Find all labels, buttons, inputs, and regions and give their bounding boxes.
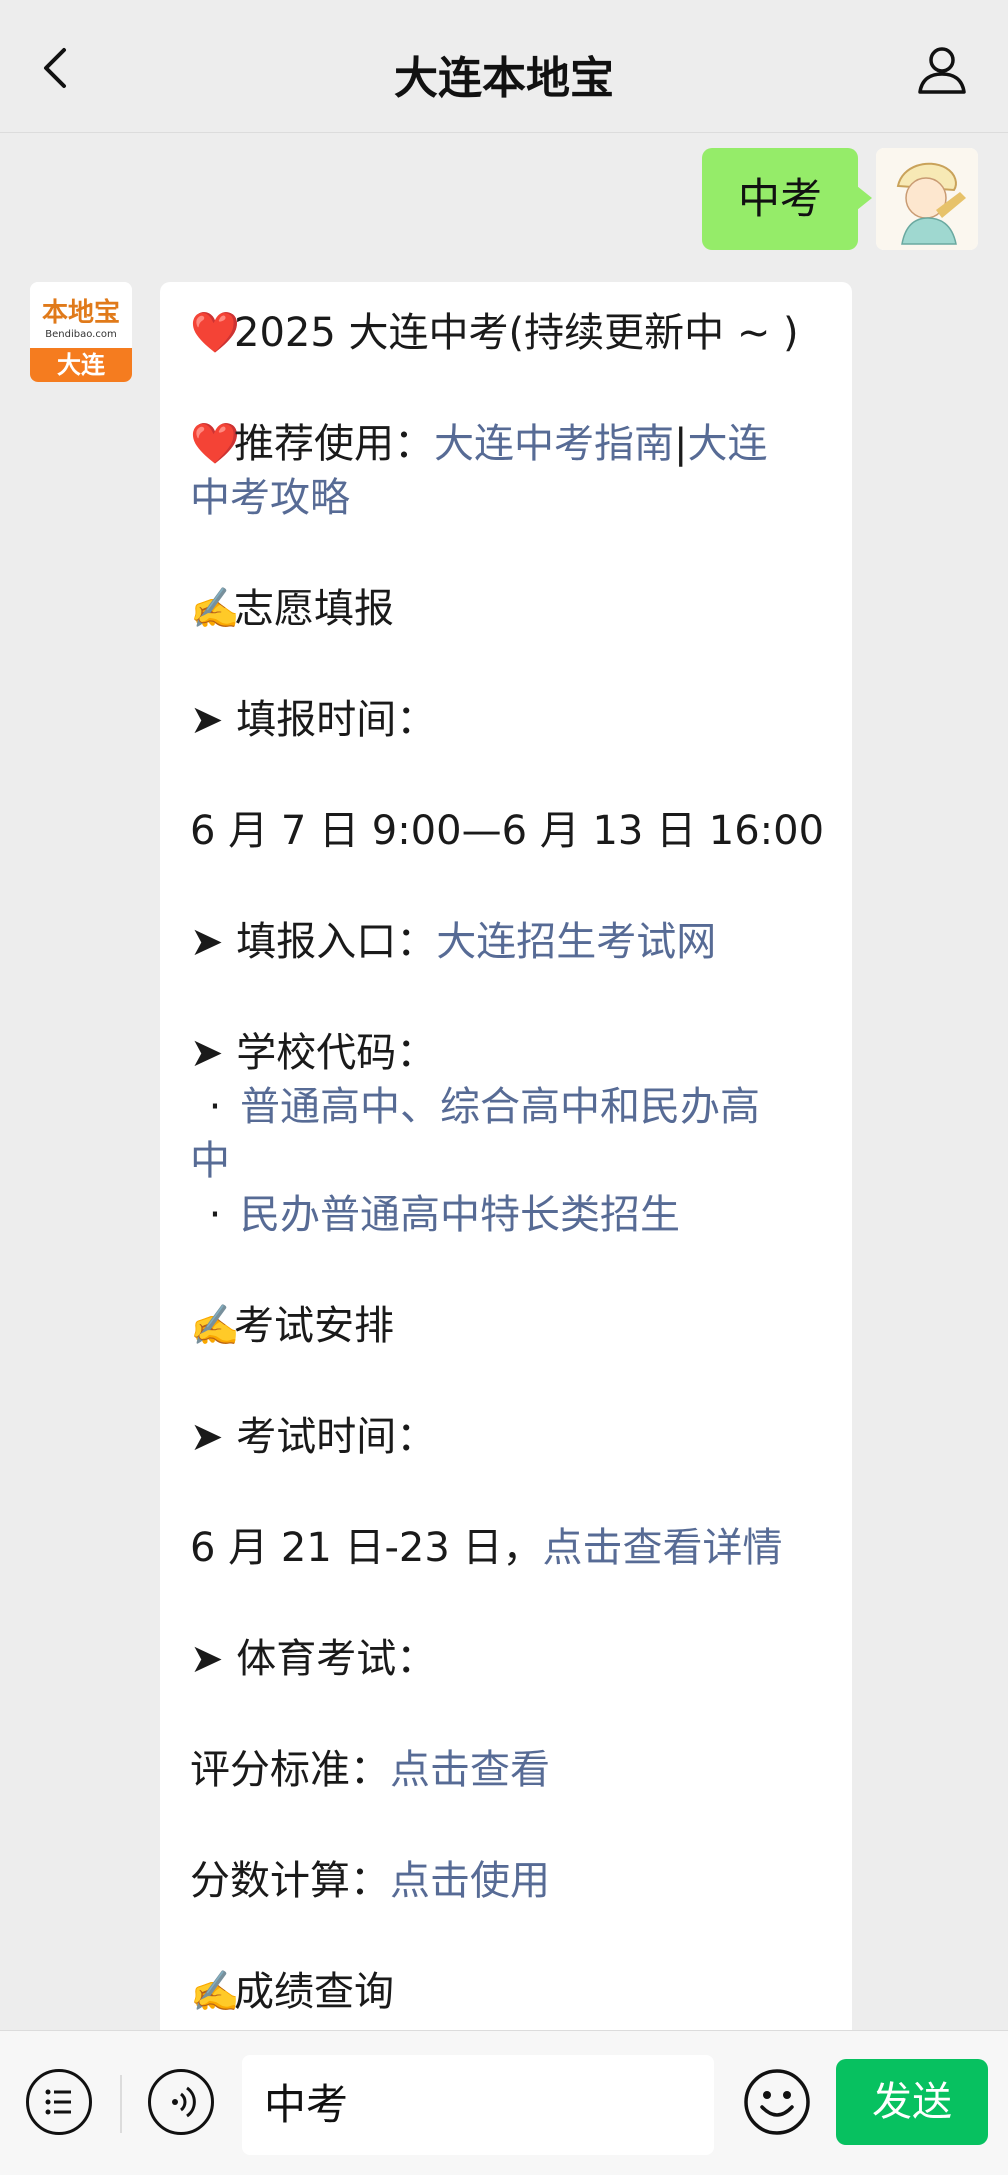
profile-icon[interactable] — [914, 42, 970, 98]
link-score-calc[interactable]: 点击使用 — [390, 1858, 550, 1904]
menu-button[interactable] — [26, 2069, 92, 2135]
logo-sub: Bendibao.com — [45, 329, 117, 340]
score-standard-line: 评分标准：点击查看 — [190, 1747, 550, 1793]
user-message-bubble: 中考 — [702, 148, 873, 250]
page-title: 大连本地宝 — [394, 53, 614, 104]
user-avatar-image — [876, 148, 978, 250]
bendibao-logo: 本地宝 Bendibao.com — [30, 282, 132, 348]
writing-hand-icon: ✍️ — [190, 1303, 240, 1349]
school-code-item-2: · 民办普通高中特长类招生 — [208, 1192, 680, 1238]
link-exam-details[interactable]: 点击查看详情 — [543, 1525, 783, 1571]
score-calc-line: 分数计算：点击使用 — [190, 1858, 550, 1904]
message-heading: ❤️2025 大连中考(持续更新中 ~ ) — [190, 306, 830, 360]
input-bar: 中考 发送 — [0, 2030, 1008, 2175]
link-dalian-zhongkao-guide[interactable]: 大连中考指南 — [434, 421, 674, 467]
section-volunteer: ✍️志愿填报 — [190, 582, 830, 636]
send-button[interactable]: 发送 — [836, 2059, 988, 2145]
logo-text: 本地宝 — [41, 298, 120, 328]
link-exam-site[interactable]: 大连招生考试网 — [436, 919, 716, 965]
writing-hand-icon: ✍️ — [190, 1969, 240, 2015]
fill-time-value: 6 月 7 日 9:00—6 月 13 日 16:00 — [190, 808, 825, 854]
link-school-code-special[interactable]: 民办普通高中特长类招生 — [240, 1192, 680, 1238]
pe-exam-label: ➤ 体育考试： — [190, 1636, 437, 1682]
voice-icon — [172, 2086, 196, 2118]
logo-city: 大连 — [30, 348, 132, 382]
heart-icon: ❤️ — [190, 310, 240, 356]
school-code-label: ➤ 学校代码： — [190, 1030, 437, 1076]
user-avatar[interactable] — [876, 148, 978, 250]
link-score-standard[interactable]: 点击查看 — [390, 1747, 550, 1793]
link-dalian-zhongkao-strategy[interactable]: 大连 — [687, 421, 767, 467]
top-bar: 大连本地宝 — [0, 0, 1008, 133]
menu-icon — [45, 2089, 71, 2115]
exam-time-line: 6 月 21 日-23 日，点击查看详情 — [190, 1525, 783, 1571]
exam-time-label: ➤ 考试时间： — [190, 1414, 437, 1460]
link-dalian-zhongkao-strategy-cont[interactable]: 中考攻略 — [190, 471, 830, 525]
link-school-code-general[interactable]: 普通高中、综合高中和民办高 — [240, 1084, 760, 1130]
heart-icon: ❤️ — [190, 421, 240, 467]
voice-button[interactable] — [148, 2069, 214, 2135]
emoji-icon[interactable] — [742, 2067, 812, 2137]
link-school-code-general-cont[interactable]: 中 — [190, 1134, 830, 1188]
fill-time-label: ➤ 填报时间： — [190, 697, 437, 743]
bot-message-bubble: ❤️2025 大连中考(持续更新中 ~ ) ❤️推荐使用：大连中考指南|大连 中… — [160, 282, 852, 2132]
section-exam: ✍️考试安排 — [190, 1299, 830, 1353]
fill-entry-line: ➤ 填报入口：大连招生考试网 — [190, 919, 717, 965]
bot-avatar[interactable]: 本地宝 Bendibao.com 大连 — [30, 282, 132, 382]
writing-hand-icon: ✍️ — [190, 586, 240, 632]
divider — [120, 2075, 122, 2133]
section-score-query: ✍️成绩查询 — [190, 1965, 830, 2019]
recommend-line: ❤️推荐使用：大连中考指南|大连 — [190, 417, 830, 471]
school-code-item-1: · 普通高中、综合高中和民办高 — [208, 1084, 760, 1130]
message-input[interactable]: 中考 — [242, 2055, 714, 2155]
